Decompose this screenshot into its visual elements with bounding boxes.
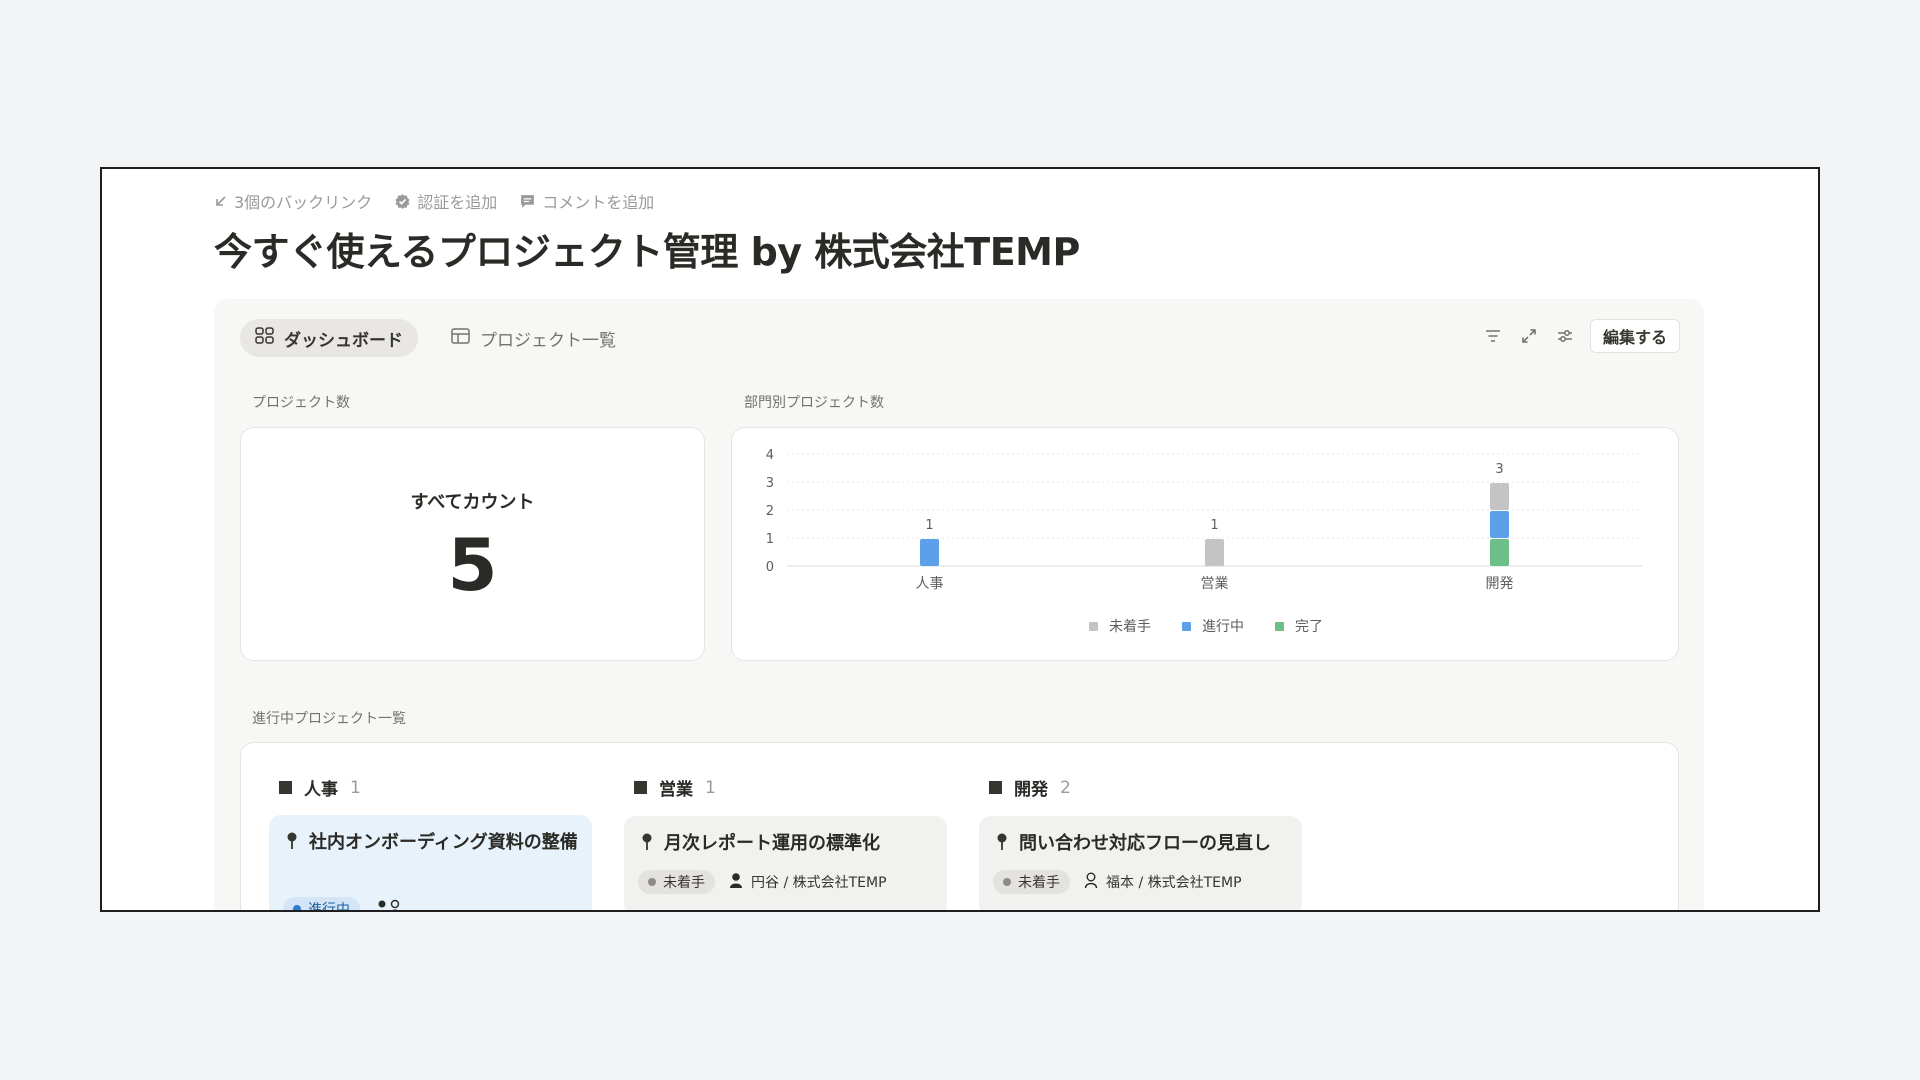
bar-segment	[1490, 511, 1509, 538]
status-dot-icon	[293, 905, 301, 910]
status-label: 未着手	[663, 875, 705, 891]
column-name: 人事	[304, 780, 338, 800]
status-badge: 未着手	[638, 870, 715, 894]
page-topbar: 3個のバックリンク 認証を追加 コメントを追加	[214, 189, 654, 213]
add-comment-label: コメントを追加	[542, 193, 655, 212]
y-tick-label: 1	[766, 532, 774, 547]
column-count: 2	[1060, 777, 1071, 798]
project-meta: 未着手 福本 / 株式会社TEMP	[993, 870, 1242, 894]
board-column-header: 人事 1	[279, 775, 361, 800]
page-title[interactable]: 今すぐ使えるプロジェクト管理 by 株式会社TEMP	[214, 221, 1080, 276]
add-comment-button[interactable]: コメントを追加	[519, 189, 654, 213]
chart-section-label: 部門別プロジェクト数	[744, 395, 884, 411]
count-value: 5	[447, 523, 498, 607]
project-title: 問い合わせ対応フローの見直し	[1019, 833, 1271, 854]
group-square-icon	[989, 781, 1002, 794]
view-tabs: ダッシュボード プロジェクト一覧	[240, 319, 631, 357]
status-badge: 進行中	[283, 897, 360, 912]
data-label: 1	[1210, 518, 1218, 533]
group-square-icon	[279, 781, 292, 794]
project-title: 月次レポート運用の標準化	[664, 833, 880, 854]
count-label: すべてカウント	[410, 492, 535, 513]
department-chart-widget[interactable]: 0 1 2 3 4 1 人事 1 営業 3 開発未着手 進行中 完了	[731, 427, 1679, 661]
filter-icon[interactable]	[1482, 325, 1504, 347]
view-toolbar: 編集する	[1482, 319, 1680, 353]
count-section-label: プロジェクト数	[252, 395, 350, 411]
expand-icon[interactable]	[1518, 325, 1540, 347]
department-bar-chart: 0 1 2 3 4 1 人事 1 営業 3 開発未着手 進行中 完了	[766, 448, 1642, 635]
status-dot-icon	[1003, 878, 1011, 886]
comment-icon	[519, 193, 536, 210]
legend-label: 未着手	[1109, 619, 1151, 635]
project-meta: 進行中	[283, 897, 404, 912]
x-tick-label: 人事	[916, 576, 944, 592]
project-title: 社内オンボーディング資料の整備	[309, 832, 578, 853]
backlinks-link[interactable]: 3個のバックリンク	[214, 189, 372, 213]
column-count: 1	[705, 777, 716, 798]
add-verification-label: 認証を追加	[417, 193, 498, 212]
dashboard-grid-icon	[255, 327, 274, 349]
tab-project-list[interactable]: プロジェクト一覧	[436, 319, 631, 357]
legend-swatch	[1275, 622, 1284, 631]
tab-dashboard[interactable]: ダッシュボード	[240, 319, 418, 357]
legend-label: 進行中	[1202, 619, 1244, 635]
y-tick-label: 3	[766, 476, 774, 491]
legend-swatch	[1182, 622, 1191, 631]
person-icon	[1084, 872, 1098, 892]
owner: 福本 / 株式会社TEMP	[1084, 872, 1242, 892]
column-count: 1	[350, 777, 361, 798]
data-label: 1	[925, 518, 933, 533]
bar-segment	[1490, 483, 1509, 510]
pin-icon	[996, 833, 1008, 855]
backlinks-label: 3個のバックリンク	[234, 193, 373, 212]
table-icon	[451, 327, 470, 349]
project-card[interactable]: 月次レポート運用の標準化 未着手 円谷 / 株式会社TEMP	[624, 816, 947, 910]
status-label: 進行中	[308, 902, 350, 912]
column-name: 営業	[659, 780, 693, 800]
owner-name: 福本 / 株式会社TEMP	[1106, 875, 1242, 891]
data-label: 3	[1495, 462, 1503, 477]
tab-dashboard-label: ダッシュボード	[284, 330, 403, 351]
pin-icon	[641, 833, 653, 855]
x-tick-label: 営業	[1201, 576, 1229, 592]
project-card[interactable]: 問い合わせ対応フローの見直し 未着手 福本 / 株式会社TEMP	[979, 816, 1302, 910]
legend-label: 完了	[1295, 619, 1323, 635]
board-column-header: 開発 2	[989, 775, 1071, 800]
x-tick-label: 開発	[1486, 576, 1514, 592]
status-badge: 未着手	[993, 870, 1070, 894]
person-group-icon	[374, 899, 404, 910]
arrow-down-left-icon	[214, 194, 228, 208]
board-section-label: 進行中プロジェクト一覧	[252, 711, 406, 727]
y-tick-label: 4	[766, 448, 774, 463]
y-tick-label: 2	[766, 504, 774, 519]
bar-segment	[1205, 539, 1224, 566]
edit-button[interactable]: 編集する	[1589, 319, 1680, 353]
owner	[374, 899, 404, 910]
tab-project-list-label: プロジェクト一覧	[480, 330, 616, 351]
person-icon	[729, 872, 743, 892]
project-meta: 未着手 円谷 / 株式会社TEMP	[638, 870, 887, 894]
pin-icon	[286, 832, 298, 854]
group-square-icon	[634, 781, 647, 794]
sliders-icon[interactable]	[1554, 325, 1576, 347]
board-widget: 人事 1 営業 1 開発 2 社内オンボーディング資料の整備 進行中 月次レポー…	[240, 742, 1679, 912]
notion-window: 3個のバックリンク 認証を追加 コメントを追加 今すぐ使えるプロジェクト管理 b…	[100, 167, 1820, 912]
add-verification-button[interactable]: 認証を追加	[394, 189, 497, 213]
project-card[interactable]: 社内オンボーディング資料の整備 進行中	[269, 815, 592, 912]
status-label: 未着手	[1018, 875, 1060, 891]
status-dot-icon	[648, 878, 656, 886]
y-tick-label: 0	[766, 560, 774, 575]
count-widget[interactable]: すべてカウント 5	[240, 427, 705, 661]
column-name: 開発	[1014, 780, 1048, 800]
dashboard-panel: ダッシュボード プロジェクト一覧 編集する プロジェクト数 部門別プロジェクト数	[214, 299, 1704, 912]
legend-swatch	[1089, 622, 1098, 631]
board-column-header: 営業 1	[634, 775, 716, 800]
owner-name: 円谷 / 株式会社TEMP	[751, 875, 887, 891]
bar-segment	[920, 539, 939, 566]
owner: 円谷 / 株式会社TEMP	[729, 872, 887, 892]
verified-badge-icon	[394, 193, 411, 210]
bar-segment	[1490, 539, 1509, 566]
